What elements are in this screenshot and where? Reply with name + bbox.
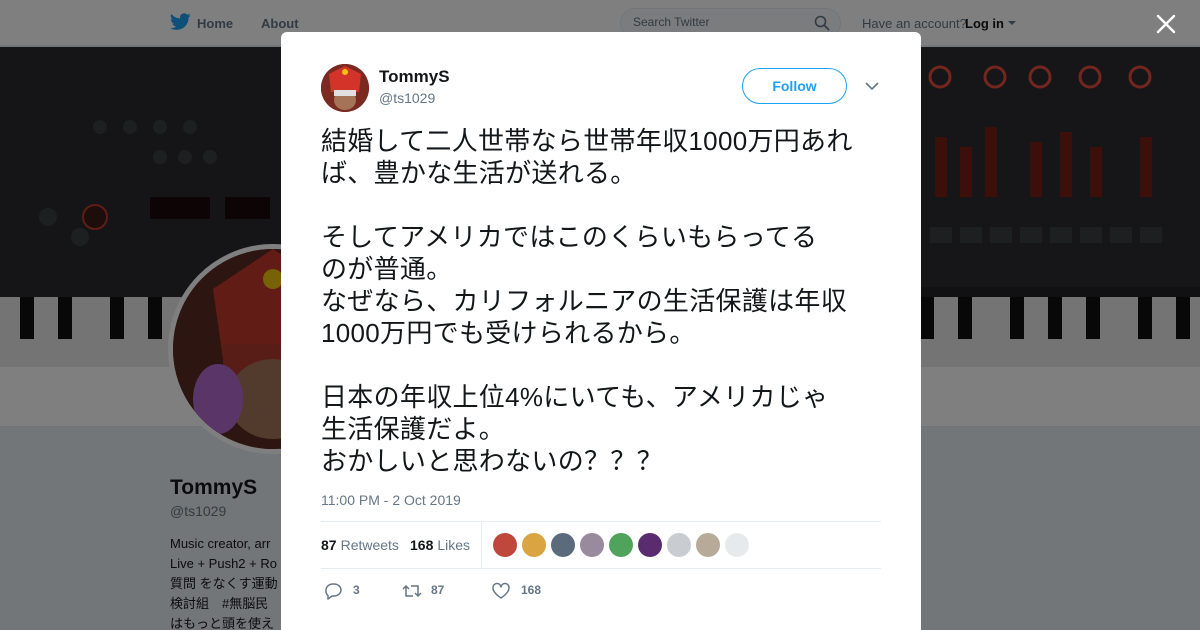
tweet-line: 1000万円でも受けられるから。 — [321, 318, 696, 348]
author-handle[interactable]: @ts1029 — [379, 90, 435, 106]
reply-button[interactable]: 3 — [323, 581, 373, 601]
likes-count: 168 — [410, 537, 434, 553]
tweet-actions: 3 87 168 — [321, 581, 881, 601]
author-name[interactable]: TommyS — [379, 67, 450, 87]
follow-button[interactable]: Follow — [742, 68, 847, 104]
retweets-count: 87 — [321, 537, 337, 553]
liker-avatar-1-icon[interactable] — [493, 533, 517, 557]
chevron-down-icon[interactable] — [864, 80, 880, 92]
tweet-line: 日本の年収上位4%にいても、アメリカじゃ — [321, 382, 829, 412]
tweet-line: そしてアメリカではこのくらいもらってる — [321, 222, 818, 252]
likes-stat[interactable]: 168 Likes — [410, 537, 470, 553]
author-avatar[interactable] — [321, 64, 369, 112]
retweet-icon — [402, 584, 422, 598]
liker-avatar-8-icon[interactable] — [696, 533, 720, 557]
liker-avatar-7-icon[interactable] — [667, 533, 691, 557]
close-icon[interactable] — [1154, 12, 1178, 36]
liker-avatar-9-icon[interactable] — [725, 533, 749, 557]
tweet-line: ば、豊かな生活が送れる。 — [321, 158, 637, 188]
tweet-stats: 87 Retweets 168 Likes — [321, 521, 881, 569]
tweet-line: なぜなら、カリフォルニアの生活保護は年収 — [321, 286, 848, 316]
tweet-line: 生活保護だよ。 — [321, 414, 506, 444]
masked-man-avatar-image — [321, 64, 369, 112]
stats-divider — [481, 522, 482, 569]
likes-label: Likes — [437, 537, 471, 553]
liker-avatar-4-icon[interactable] — [580, 533, 604, 557]
tweet-text: 結婚して二人世帯なら世帯年収1000万円あれ ば、豊かな生活が送れる。 そしてア… — [321, 125, 886, 477]
tweet-line: のが普通。 — [321, 254, 453, 284]
liker-avatar-6-icon[interactable] — [638, 533, 662, 557]
like-count: 168 — [521, 583, 542, 597]
liker-avatar-5-icon[interactable] — [609, 533, 633, 557]
like-button[interactable]: 168 — [491, 581, 551, 601]
tweet-line: 結婚して二人世帯なら世帯年収1000万円あれ — [321, 126, 853, 156]
liker-avatar-3-icon[interactable] — [551, 533, 575, 557]
tweet-line: おかしいと思わないの？？？ — [321, 446, 663, 476]
retweets-stat[interactable]: 87 Retweets — [321, 537, 399, 553]
reply-count: 3 — [353, 583, 360, 597]
retweet-count: 87 — [431, 583, 445, 597]
tweet-modal: TommyS @ts1029 Follow 結婚して二人世帯なら世帯年収1000… — [281, 32, 921, 630]
heart-icon — [492, 582, 510, 599]
retweet-button[interactable]: 87 — [401, 581, 457, 601]
liker-avatar-2-icon[interactable] — [522, 533, 546, 557]
tweet-timestamp[interactable]: 11:00 PM - 2 Oct 2019 — [321, 492, 461, 508]
retweets-label: Retweets — [340, 537, 399, 553]
reply-icon — [325, 583, 342, 600]
